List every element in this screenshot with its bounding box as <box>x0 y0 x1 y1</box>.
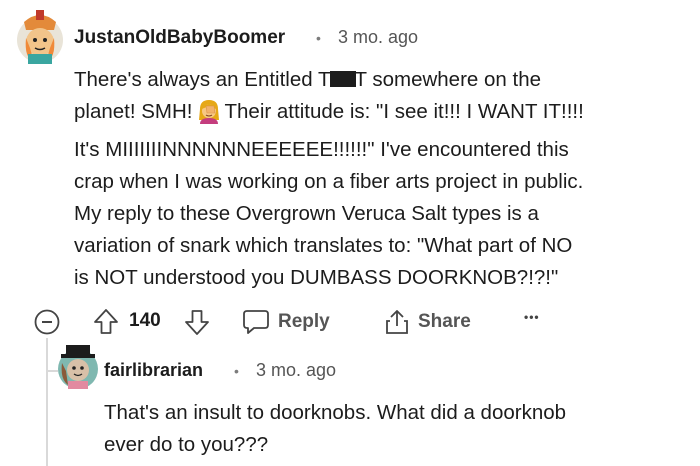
thread-line[interactable] <box>46 338 48 466</box>
author-avatar[interactable] <box>16 8 64 66</box>
reply-author[interactable]: fairlibrarian <box>104 360 203 381</box>
comment-text: There's always an Entitled T <box>74 68 331 91</box>
comment-actions: 140 Reply Share ••• <box>34 306 554 338</box>
more-dots-icon[interactable]: ••• <box>524 310 540 324</box>
comment-author[interactable]: JustanOldBabyBoomer <box>74 27 285 49</box>
comment-line: It's MIIIIIIINNNNNNEEEEEE!!!!!!" I've en… <box>74 138 569 161</box>
meta-separator: • <box>316 30 321 46</box>
comment-body: There's always an Entitled T T somewhere … <box>74 64 584 294</box>
comment-line: is NOT understood you DUMBASS DOORKNOB?!… <box>74 266 559 289</box>
comment-line: variation of snark which translates to: … <box>74 234 573 257</box>
censor-bar <box>329 71 356 87</box>
comment-text: planet! SMH! <box>74 100 193 123</box>
share-button[interactable]: Share <box>384 308 471 336</box>
arrow-up-icon[interactable] <box>93 308 119 336</box>
share-icon <box>384 308 410 336</box>
comment-line: My reply to these Overgrown Veruca Salt … <box>74 202 539 225</box>
minus-circle-icon[interactable] <box>34 309 60 335</box>
reply-author-avatar[interactable] <box>56 341 102 391</box>
reply-button[interactable]: Reply <box>242 308 330 336</box>
arrow-down-icon[interactable] <box>184 308 210 336</box>
comment-line: planet! SMH! Their attitude is: "I see i… <box>74 96 584 134</box>
reply-time[interactable]: 3 mo. ago <box>256 360 336 381</box>
reply-label: Reply <box>278 311 330 332</box>
comment-time[interactable]: 3 mo. ago <box>338 27 418 48</box>
reply-body: That's an insult to doorknobs. What did … <box>104 397 566 461</box>
woman-facepalming-emoji-icon <box>197 98 221 134</box>
share-label: Share <box>418 311 471 332</box>
comment-line: crap when I was working on a fiber arts … <box>74 170 584 193</box>
comment-text: Their attitude is: "I see it!!! I WANT I… <box>224 100 584 123</box>
reply-line: ever do to you??? <box>104 433 269 456</box>
reply-line: That's an insult to doorknobs. What did … <box>104 401 567 424</box>
reply-meta-separator: • <box>234 363 239 379</box>
comment-line: There's always an Entitled T T somewhere … <box>74 64 584 96</box>
speech-bubble-icon <box>242 308 270 336</box>
comment-text: T somewhere on the <box>354 68 542 91</box>
vote-count: 140 <box>129 310 161 331</box>
